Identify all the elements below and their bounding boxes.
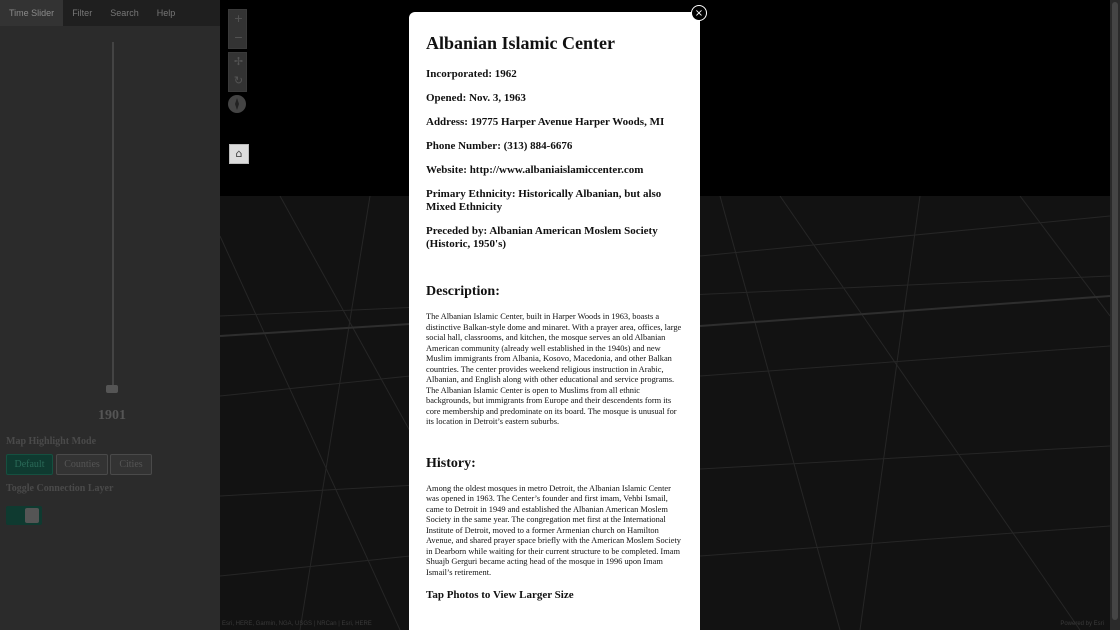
modal-title: Albanian Islamic Center — [426, 33, 615, 53]
default-mode-button[interactable]: Default — [6, 454, 53, 475]
tab-search[interactable]: Search — [101, 0, 148, 26]
sidebar-tabs: Time Slider Filter Search Help — [0, 0, 220, 26]
connection-layer-toggle[interactable] — [6, 506, 42, 525]
modal-content: Albanian Islamic Center Incorporated: 19… — [426, 32, 684, 602]
sidebar-panel: Time Slider Filter Search Help 1901 Map … — [0, 0, 221, 630]
scrollbar-thumb[interactable] — [1112, 2, 1118, 620]
description-heading: Description: — [426, 284, 500, 299]
counties-mode-button[interactable]: Counties — [56, 454, 108, 475]
incorporated-fact: Incorporated: 1962 — [426, 68, 517, 80]
description-text: The Albanian Islamic Center, built in Ha… — [426, 312, 682, 426]
navigation-controls: ✢ ↻ — [228, 52, 247, 92]
slider-year-label: 1901 — [98, 408, 126, 423]
toggle-knob — [25, 508, 39, 523]
powered-by-esri[interactable]: Powered by Esri — [1060, 621, 1104, 627]
opened-fact: Opened: Nov. 3, 1963 — [426, 92, 526, 104]
website-fact: Website: http://www.albaniaislamiccenter… — [426, 164, 644, 176]
connection-layer-heading: Toggle Connection Layer — [6, 483, 114, 494]
tab-time-slider[interactable]: Time Slider — [0, 0, 64, 26]
ethnicity-fact: Primary Ethnicity: Historically Albanian… — [426, 188, 662, 213]
phone-fact: Phone Number: (313) 884-6676 — [426, 140, 573, 152]
history-text: Among the oldest mosques in metro Detroi… — [426, 483, 681, 577]
address-fact: Address: 19775 Harper Avenue Harper Wood… — [426, 116, 665, 128]
compass-icon[interactable] — [228, 95, 246, 113]
zoom-out-button[interactable]: − — [229, 29, 248, 48]
history-heading: History: — [426, 455, 476, 471]
zoom-in-button[interactable]: + — [229, 10, 248, 29]
close-icon[interactable]: × — [691, 5, 707, 21]
tab-filter[interactable]: Filter — [63, 0, 101, 26]
highlight-mode-heading: Map Highlight Mode — [6, 436, 97, 447]
time-slider-handle[interactable] — [106, 385, 118, 393]
mosque-detail-modal: Albanian Islamic Center Incorporated: 19… — [409, 12, 700, 630]
map-attribution: Esri, HERE, Garmin, NGA, USGS | NRCan | … — [222, 621, 372, 627]
cities-mode-button[interactable]: Cities — [110, 454, 152, 475]
pan-icon[interactable]: ✢ — [229, 53, 248, 72]
preceded-by-fact: Preceded by: Albanian American Moslem So… — [426, 225, 658, 250]
tab-help[interactable]: Help — [148, 0, 185, 26]
photos-heading: Tap Photos to View Larger Size — [426, 589, 574, 601]
home-button[interactable]: ⌂ — [229, 144, 249, 164]
rotate-icon[interactable]: ↻ — [229, 72, 248, 91]
time-slider-track[interactable] — [112, 42, 114, 390]
zoom-controls: + − — [228, 9, 247, 49]
